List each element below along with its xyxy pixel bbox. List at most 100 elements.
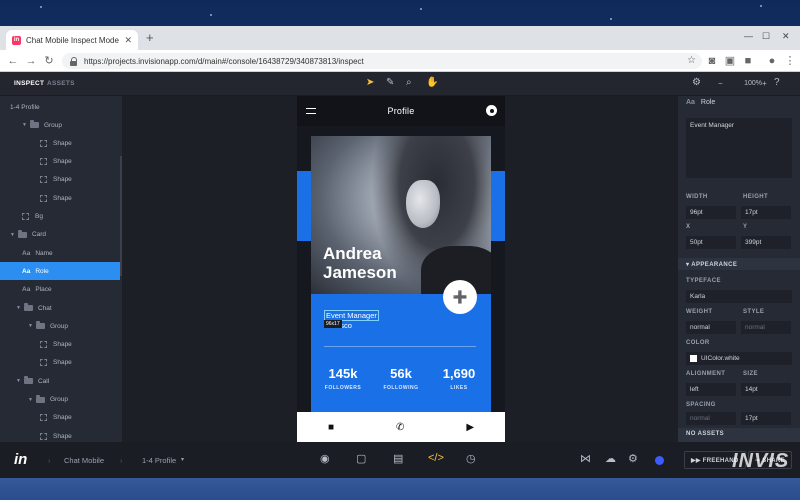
tab-inspect[interactable]: INSPECT (14, 80, 44, 87)
breadcrumb-separator: › (120, 456, 123, 465)
height-value[interactable]: 17pt (741, 206, 791, 219)
chevron-down-icon[interactable]: ▼ (10, 232, 15, 238)
pointer-tool-icon[interactable]: ➤ (366, 77, 374, 88)
assets-section[interactable]: NO ASSETS (678, 428, 800, 442)
layer-label: Chat (37, 304, 52, 312)
layer-item[interactable]: Aa Name (0, 244, 120, 262)
layer-item[interactable]: ▼ Card (0, 226, 120, 244)
text-content-field[interactable]: Event Manager (686, 118, 792, 178)
breadcrumb-project[interactable]: Chat Mobile (64, 456, 104, 465)
layer-label: Group (49, 396, 69, 403)
weight-value[interactable]: normal (686, 321, 736, 334)
browser-tab[interactable]: in Chat Mobile Inspect Mode - In ✕ (6, 30, 138, 50)
maximize-icon[interactable]: ☐ (762, 31, 770, 42)
layer-item[interactable]: Shape (0, 134, 120, 152)
layer-item[interactable]: Shape (0, 153, 120, 171)
layer-item[interactable]: Aa Place (0, 281, 120, 299)
layer-item[interactable]: Shape (0, 336, 120, 354)
forward-icon[interactable]: → (22, 55, 40, 67)
eyedropper-icon[interactable]: ✎ (386, 77, 394, 88)
size-value[interactable]: 14pt (741, 383, 791, 396)
tab-assets[interactable]: ASSETS (47, 80, 75, 87)
x-value[interactable]: 50pt (686, 236, 736, 249)
appearance-section[interactable]: ▾ APPEARANCE (678, 258, 800, 270)
settings-icon[interactable] (486, 105, 497, 116)
window-close-icon[interactable]: ✕ (782, 31, 790, 42)
comment-mode-icon[interactable]: ▢ (356, 452, 366, 465)
layer-item[interactable]: ▼ Group (0, 116, 120, 134)
close-icon[interactable]: ✕ (124, 35, 132, 46)
new-tab-icon[interactable]: + (146, 31, 154, 44)
upload-icon[interactable]: ☁ (605, 452, 616, 465)
help-icon[interactable]: ? (774, 77, 780, 88)
layer-root[interactable]: 1-4 Profile (0, 98, 120, 116)
chevron-down-icon[interactable]: ▾ (181, 456, 184, 463)
search-icon[interactable]: ⌕ (406, 77, 412, 88)
layer-item[interactable]: ▼ Group (0, 391, 120, 409)
chevron-down-icon[interactable]: ▼ (16, 305, 21, 311)
layer-item[interactable]: Shape (0, 409, 120, 427)
chat-icon[interactable]: ■ (328, 422, 334, 433)
layer-item[interactable]: ▼ Chat (0, 299, 120, 317)
name-line-1: Andrea (323, 244, 382, 263)
spacing-value[interactable]: normal (686, 412, 736, 425)
phone-icon[interactable]: ✆ (396, 422, 404, 433)
profile-icon[interactable]: ● (763, 55, 781, 67)
preview-eye-icon[interactable]: ◉ (320, 452, 330, 465)
layer-item[interactable]: ▼ Group (0, 317, 120, 335)
avatar[interactable] (655, 456, 664, 465)
inspect-code-icon[interactable]: </> (428, 452, 444, 464)
layer-item[interactable]: Bg (0, 208, 120, 226)
y-label: Y (743, 224, 748, 230)
card-divider (324, 346, 476, 347)
layer-item[interactable]: Aa Role (0, 262, 120, 281)
menu-icon[interactable]: ⋮ (781, 54, 799, 67)
share-network-icon[interactable]: ⋈ (580, 452, 591, 465)
color-value[interactable]: UIColor.white (686, 352, 792, 365)
color-swatch (690, 355, 697, 362)
bottom-tab-bar: ■ ✆ ▶ (297, 412, 505, 442)
extension-icon[interactable]: ■ (739, 55, 757, 67)
style-value[interactable]: normal (741, 321, 791, 334)
folder-icon (23, 376, 33, 385)
layer-item[interactable]: Shape (0, 189, 120, 207)
layer-item[interactable]: Shape (0, 354, 120, 372)
chevron-down-icon[interactable]: ▼ (28, 397, 33, 403)
url-input[interactable]: https://projects.invisionapp.com/d/main#… (62, 53, 702, 69)
profile-name[interactable]: Andrea Jameson (323, 244, 397, 282)
minimize-icon[interactable]: — (744, 31, 753, 41)
gear-icon[interactable]: ⚙ (692, 77, 701, 88)
typeface-value[interactable]: Karla (686, 290, 792, 303)
line-height-value[interactable]: 17pt (741, 412, 791, 425)
extension-icon[interactable]: ▣ (721, 54, 739, 67)
stat-value: 1,690 (442, 366, 476, 381)
layer-item[interactable]: Shape (0, 427, 120, 442)
y-value[interactable]: 399pt (741, 236, 791, 249)
breadcrumb-screen[interactable]: 1-4 Profile (142, 456, 176, 465)
layer-label: Shape (53, 432, 72, 440)
layer-item[interactable]: Shape (0, 171, 120, 189)
add-user-button[interactable]: ➕ (443, 280, 477, 314)
invision-favicon-icon: in (12, 35, 21, 45)
zoom-out-icon[interactable]: − (718, 79, 723, 88)
chevron-down-icon[interactable]: ▼ (16, 378, 21, 384)
chat-mode-icon[interactable]: ▤ (393, 452, 403, 465)
invision-logo[interactable]: in (14, 451, 27, 468)
zoom-in-icon[interactable]: + (762, 79, 767, 88)
menu-icon[interactable] (306, 108, 316, 114)
reload-icon[interactable]: ↻ (40, 54, 58, 67)
hand-tool-icon[interactable]: ✋ (426, 77, 438, 88)
camera-icon[interactable]: ◙ (703, 55, 721, 67)
appearance-label: APPEARANCE (691, 262, 738, 268)
chevron-down-icon[interactable]: ▼ (28, 323, 33, 329)
text-layer-icon: Aa (686, 99, 695, 106)
video-icon[interactable]: ▶ (466, 422, 474, 433)
history-clock-icon[interactable]: ◷ (466, 452, 476, 465)
back-icon[interactable]: ← (4, 55, 22, 67)
width-value[interactable]: 96pt (686, 206, 736, 219)
bookmark-star-icon[interactable]: ☆ (687, 55, 696, 66)
alignment-value[interactable]: left (686, 383, 736, 396)
layer-item[interactable]: ▼ Call (0, 372, 120, 390)
settings-icon[interactable]: ⚙ (628, 452, 638, 465)
chevron-down-icon[interactable]: ▼ (22, 122, 27, 128)
